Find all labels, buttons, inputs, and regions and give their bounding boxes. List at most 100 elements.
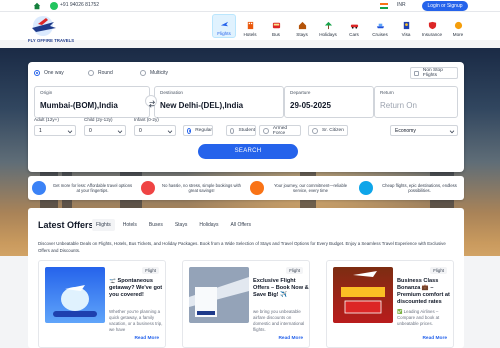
stays-icon [298,21,306,30]
currency-selector[interactable]: INR [397,2,406,8]
offer-badge: Flight [142,267,159,274]
tab-flights[interactable]: Flights [92,219,115,231]
cruise-icon [376,23,384,29]
plane-icon [220,21,228,27]
destination-field[interactable]: Destination New Delhi-(DEL),India [154,86,284,118]
flights-icon [359,181,373,195]
features-strip: Get more for less: Affordable travel opt… [28,176,464,200]
trip-one-way[interactable]: One way [34,70,64,76]
trip-round[interactable]: Round [88,70,113,76]
main-nav: Flights Hotels Bus Stays Holidays Cars C… [212,14,470,38]
plane-icon [141,181,155,195]
offer-title[interactable]: Business Class Bonanza 💼 – Premium comfo… [397,278,453,306]
radio-student[interactable] [230,127,235,134]
child-select[interactable]: 0 [84,125,126,136]
nav-bus[interactable]: Bus [264,14,288,38]
india-flag-icon[interactable] [380,3,388,9]
tab-hotels[interactable]: Hotels [119,219,141,231]
departure-field[interactable]: Departure 29-05-2025 [284,86,374,118]
nav-holidays[interactable]: Holidays [316,14,340,38]
offer-badge: Flight [430,267,447,274]
fare-student[interactable]: Student [226,125,256,136]
tab-buses[interactable]: Buses [145,219,167,231]
cabin-select[interactable]: Economy [390,125,458,136]
adult-label: Adult (12y+) [34,117,59,122]
chevron-down-icon [67,128,73,134]
feature-item: Get more for less: Affordable travel opt… [28,176,137,200]
nav-visa[interactable]: Visa [394,14,418,38]
nav-label: Visa [401,32,411,37]
phone-number[interactable]: +91 94026 81752 [60,2,99,8]
login-signup-button[interactable]: Login or Signup [422,1,468,11]
infant-label: Infant (0-2y) [134,117,159,122]
offers-title: Latest Offers [38,220,94,230]
offer-title[interactable]: 🛫 Spontaneous getaway? We've got you cov… [109,278,165,299]
offer-subtitle: ✅ Leading Airlines – Compare and book at… [397,309,440,326]
offer-badge: Flight [286,267,303,274]
radio-armed-force[interactable] [263,127,269,134]
fare-regular[interactable]: Regular [183,125,213,136]
nav-cars[interactable]: Cars [342,14,366,38]
radio-one-way[interactable] [34,70,40,76]
read-more-link[interactable]: Read More [134,336,159,341]
visa-icon [403,21,409,30]
offer-card[interactable]: Flight Exclusive Flight Offers – Book No… [182,260,310,348]
nav-label: Hotels [243,32,257,37]
whatsapp-icon[interactable] [50,2,58,10]
adult-select[interactable]: 1 [34,125,76,136]
nav-more[interactable]: More [446,14,470,38]
origin-field[interactable]: Origin Mumbai-(BOM),India [34,86,150,118]
offer-image [189,267,249,323]
nav-flights[interactable]: Flights [212,14,236,38]
nav-cruises[interactable]: Cruises [368,14,392,38]
top-bar: +91 94026 81752 INR Login or Signup [0,0,500,12]
infant-select[interactable]: 0 [134,125,176,136]
nav-label: Flights [217,31,231,36]
offer-subtitle: we bring you unbeatable airfare discount… [253,309,305,332]
read-more-link[interactable]: Read More [278,336,303,341]
nav-stays[interactable]: Stays [290,14,314,38]
read-more-link[interactable]: Read More [422,336,447,341]
offer-subtitle: Whether you're planning a quick getaway,… [109,309,163,332]
destination-value[interactable]: New Delhi-(DEL),India [160,101,278,110]
offers-description: Discover Unbeatable Deals on Flights, Ho… [38,241,446,253]
fare-armed-force[interactable]: Armed Force [259,125,301,136]
radio-sr-citizen[interactable] [312,127,318,134]
offer-title[interactable]: Exclusive Flight Offers – Book Now & Sav… [253,278,309,299]
offer-image [45,267,105,323]
more-icon [454,21,462,30]
chevron-down-icon [167,128,173,134]
tab-holidays[interactable]: Holidays [195,219,222,231]
nav-label: More [452,32,464,37]
nav-hotels[interactable]: Hotels [238,14,262,38]
offer-image [333,267,393,323]
offer-card[interactable]: Flight 🛫 Spontaneous getaway? We've got … [38,260,166,348]
return-value[interactable]: Return On [380,101,452,110]
latest-offers-section: Latest Offers Flights Hotels Buses Stays… [28,208,464,348]
origin-value[interactable]: Mumbai-(BOM),India [40,101,144,110]
home-icon[interactable] [33,2,41,10]
nav-label: Bus [272,32,280,37]
radio-round[interactable] [88,70,94,76]
checkbox[interactable] [414,70,419,76]
swap-icon[interactable] [145,95,157,108]
non-stop-checkbox[interactable]: Non Stop Flights [410,67,458,79]
flight-search-card: One way Round Multicity Non Stop Flights… [28,62,464,172]
nav-label: Insurance [421,32,443,37]
nav-insurance[interactable]: Insurance [420,14,444,38]
tab-all-offers[interactable]: All Offers [227,219,255,231]
offer-card[interactable]: Flight Business Class Bonanza 💼 – Premiu… [326,260,454,348]
nav-label: Holidays [319,32,337,37]
logo-text: FLY OFFIRE TRAVELS [28,38,75,43]
fare-sr-citizen[interactable]: Sr. Citizen [308,125,348,136]
tab-stays[interactable]: Stays [171,219,192,231]
chevron-down-icon [117,128,123,134]
radio-regular[interactable] [187,127,192,134]
search-button[interactable]: SEARCH [198,144,298,159]
radio-multicity[interactable] [140,70,146,76]
return-field[interactable]: Return Return On [374,86,458,118]
departure-value[interactable]: 29-05-2025 [290,101,368,110]
offers-tabs: Flights Hotels Buses Stays Holidays All … [92,219,255,231]
nav-label: Stays [296,32,308,37]
trip-multicity[interactable]: Multicity [140,70,168,76]
